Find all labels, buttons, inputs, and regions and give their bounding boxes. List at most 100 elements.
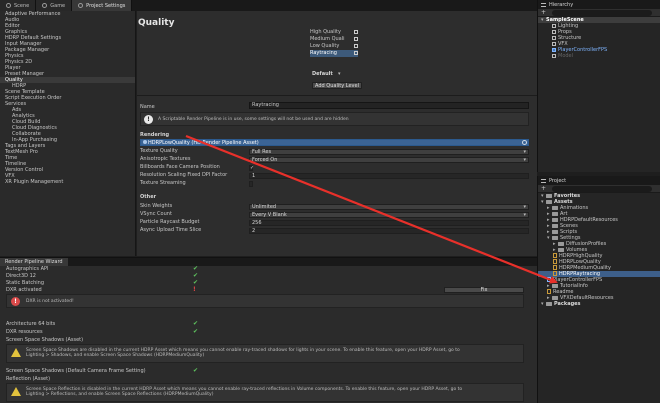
- warning-triangle-icon: [11, 387, 21, 396]
- texture-quality-dropdown[interactable]: Full Res ▾: [249, 149, 529, 155]
- quality-levels: High Quality Medium Quali Low Quality Ra…: [310, 29, 358, 57]
- settings-nav: Adaptive Performance Audio Editor Graphics H…: [0, 11, 136, 256]
- upload-time-slice-input[interactable]: 2: [249, 228, 529, 234]
- other-header: Other: [140, 194, 157, 200]
- page-title: Quality: [138, 18, 175, 28]
- quality-level-row[interactable]: Low Quality: [310, 43, 358, 50]
- prop-label: Anisotropic Textures: [140, 156, 191, 162]
- prop-label: Skin Weights: [140, 203, 173, 209]
- prop-label: VSync Count: [140, 211, 172, 217]
- gear-icon: [78, 3, 84, 8]
- billboards-checkbox[interactable]: ✓: [249, 165, 254, 171]
- render-pipeline-asset-field[interactable]: HDRPLowQuality (HD Render Pipeline Asset…: [140, 139, 529, 146]
- tab-game[interactable]: Game: [36, 0, 73, 11]
- reflection-warning-box: Screen Space Reflection is disabled in t…: [6, 383, 524, 402]
- tab-render-pipeline-wizard[interactable]: Render Pipeline Wizard: [0, 258, 68, 266]
- info-helpbox: ! A Scriptable Render Pipeline is in use…: [140, 112, 529, 126]
- checkbox-icon[interactable]: [354, 44, 358, 48]
- project-toolbar: +: [538, 185, 660, 193]
- grid-icon: [6, 3, 11, 8]
- plus-icon[interactable]: +: [541, 9, 546, 16]
- anisotropic-dropdown[interactable]: Forced On ▾: [249, 157, 529, 163]
- wizard-row: Screen Space Shadows (Asset): [6, 337, 84, 343]
- plus-icon[interactable]: +: [541, 185, 546, 192]
- asset-file-icon: [547, 289, 551, 294]
- prop-label: Texture Streaming: [140, 180, 186, 186]
- dpi-factor-input[interactable]: 1: [249, 173, 529, 179]
- raycast-budget-input[interactable]: 256: [249, 220, 529, 226]
- wizard-row: Autographics API: [6, 266, 49, 272]
- error-icon: !: [11, 297, 20, 306]
- prop-label: Resolution Scaling Fixed DPI Factor: [140, 172, 228, 178]
- object-picker-icon[interactable]: [522, 140, 527, 145]
- tab-project-settings[interactable]: Project Settings: [72, 0, 133, 11]
- prefab-icon: [552, 47, 556, 52]
- check-icon: ✔: [193, 320, 199, 327]
- add-quality-level-button[interactable]: Add Quality Level: [312, 82, 362, 89]
- check-icon: ✔: [193, 328, 199, 335]
- folder-icon: [546, 193, 552, 198]
- project-header: Project: [538, 176, 660, 185]
- vsync-dropdown[interactable]: Every V Blank ▾: [249, 212, 529, 218]
- tab-scene[interactable]: Scene: [0, 0, 37, 11]
- wizard-row: Screen Space Shadows (Default Camera Fra…: [6, 368, 146, 374]
- wizard-row: Static Batching: [6, 280, 44, 286]
- search-input[interactable]: [552, 186, 652, 192]
- gameobject-icon: [552, 53, 556, 58]
- settings-nav-item[interactable]: XR Plugin Management: [0, 179, 135, 185]
- folder-icon: [552, 235, 558, 240]
- search-input[interactable]: [552, 10, 652, 16]
- hierarchy-header: Hierarchy: [538, 0, 660, 9]
- name-label: Name: [140, 104, 155, 110]
- folder-icon: [552, 295, 558, 300]
- chevron-down-icon: ▾: [523, 212, 526, 218]
- check-icon: ✔: [193, 367, 199, 374]
- chevron-down-icon: ▾: [523, 149, 526, 155]
- folder-icon: [558, 247, 564, 252]
- name-input[interactable]: Raytracing: [249, 102, 529, 109]
- wizard-row: Direct3D 12: [6, 273, 36, 279]
- quality-panel: Quality High Quality Medium Quali Low Qu…: [137, 11, 537, 256]
- hierarchy-item[interactable]: Model: [538, 53, 660, 59]
- wizard-row: DXR activated: [6, 287, 42, 293]
- quality-level-row-selected[interactable]: Raytracing: [310, 50, 358, 57]
- quality-level-row[interactable]: Medium Quali: [310, 36, 358, 43]
- gamepad-icon: [42, 3, 48, 8]
- info-icon: !: [144, 115, 153, 124]
- checkbox-icon[interactable]: [354, 51, 358, 55]
- wizard-row: DXR resources: [6, 329, 43, 335]
- default-dropdown-label[interactable]: Default: [312, 71, 333, 77]
- project-item[interactable]: ▾ Packages: [538, 301, 660, 307]
- folder-icon: [552, 211, 558, 216]
- hierarchy-toolbar: +: [538, 9, 660, 17]
- folder-icon: [546, 199, 552, 204]
- quality-level-row[interactable]: High Quality: [310, 29, 358, 36]
- folder-icon: [552, 217, 558, 222]
- wizard-row: Reflection (Asset): [6, 376, 51, 382]
- skin-weights-dropdown[interactable]: Unlimited ▾: [249, 204, 529, 210]
- fix-button[interactable]: Fix: [444, 287, 524, 293]
- wizard-row: Architecture 64 bits: [6, 321, 56, 327]
- checkbox-icon[interactable]: [354, 30, 358, 34]
- wizard-tab-bar: Render Pipeline Wizard: [0, 258, 537, 266]
- gameobject-icon: [552, 29, 556, 34]
- chevron-down-icon: ▾: [523, 157, 526, 163]
- asset-file-icon: [553, 265, 557, 270]
- folder-icon: [552, 223, 558, 228]
- hierarchy-panel: Hierarchy + ▾ SampleScene Lighting Props …: [537, 0, 660, 172]
- prop-label: Particle Raycast Budget: [140, 219, 200, 225]
- asset-file-icon: [553, 253, 557, 258]
- folder-icon: [558, 241, 564, 246]
- chevron-down-icon[interactable]: ▾: [338, 71, 341, 77]
- checkbox-icon[interactable]: [354, 37, 358, 41]
- chevron-down-icon: ▾: [523, 204, 526, 210]
- warning-icon: !: [193, 286, 196, 293]
- asset-file-icon: [553, 271, 557, 276]
- hamburger-icon: [541, 178, 546, 183]
- asset-file-icon: [553, 259, 557, 264]
- rendering-header: Rendering: [140, 132, 170, 138]
- gameobject-icon: [552, 23, 556, 28]
- editor-tab-bar: Scene Game Project Settings: [0, 0, 537, 11]
- texture-streaming-checkbox[interactable]: [249, 181, 253, 187]
- folder-icon: [546, 301, 552, 306]
